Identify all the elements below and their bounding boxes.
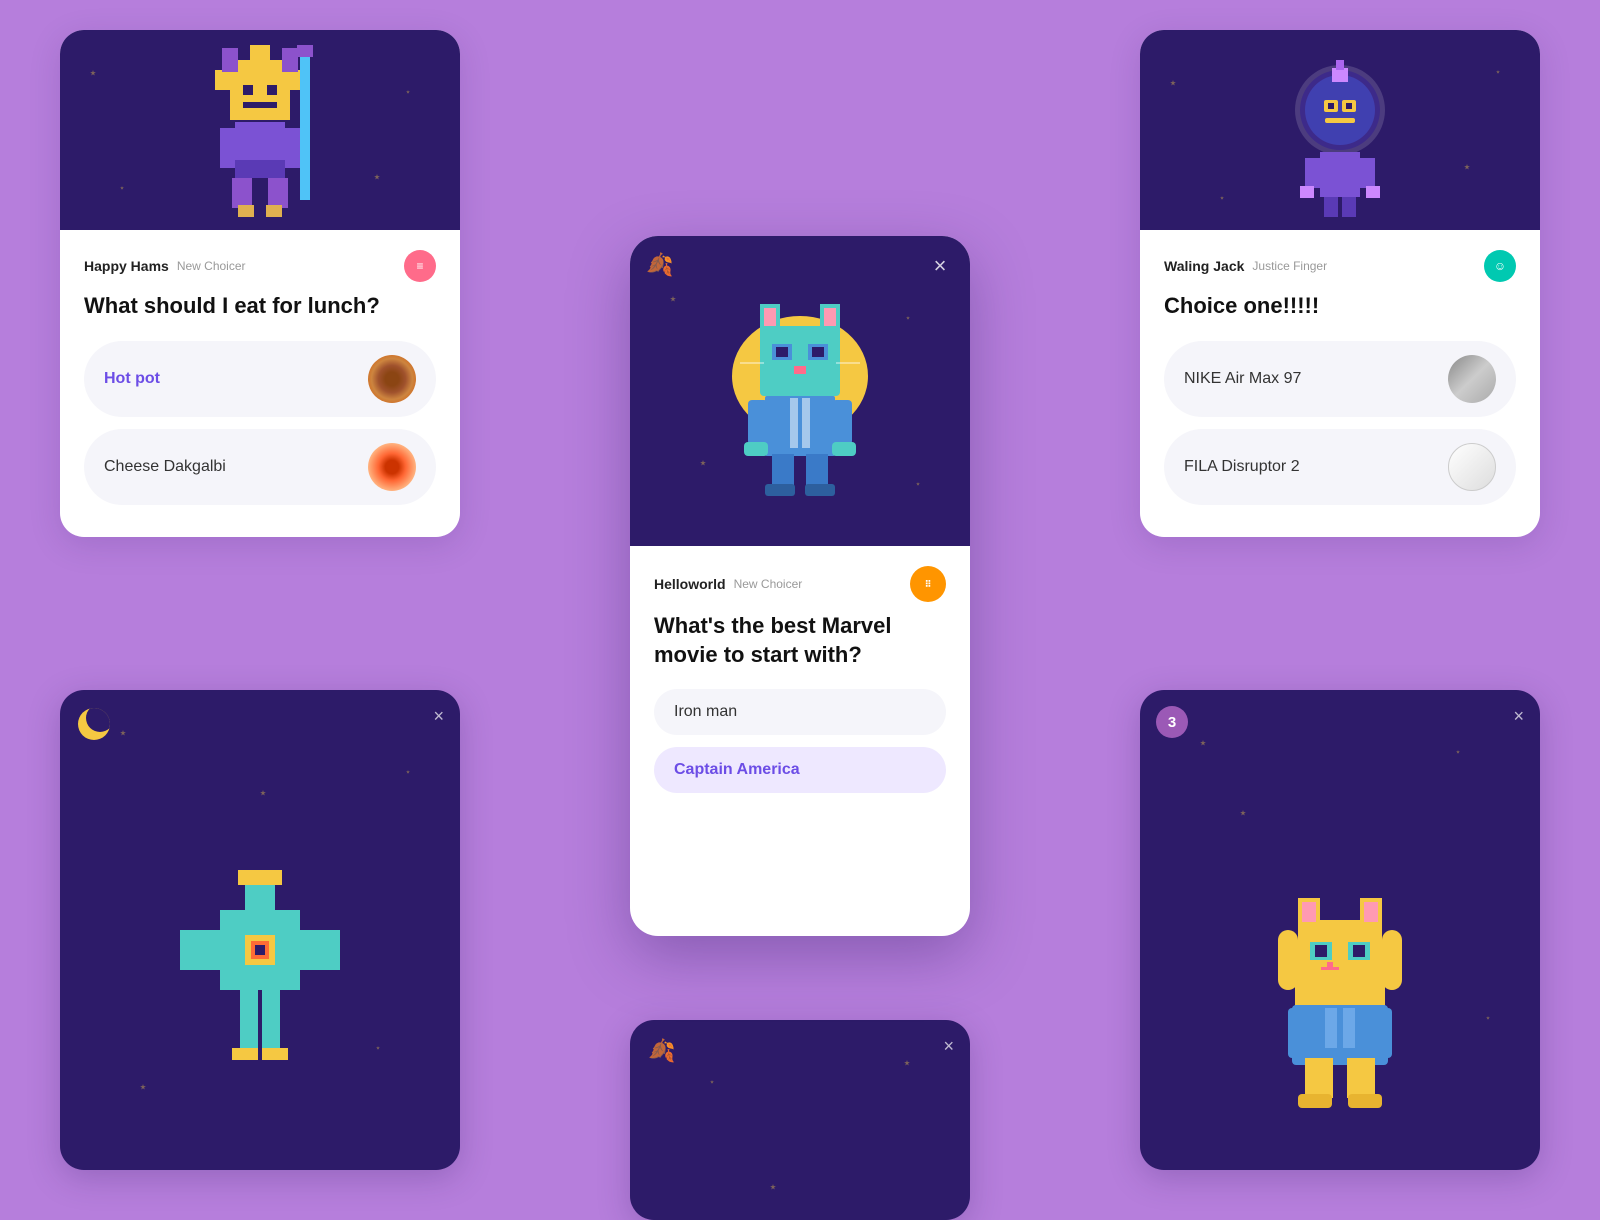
star-decoration	[90, 70, 96, 76]
star-decoration	[1240, 810, 1246, 816]
poll-question: What should I eat for lunch?	[84, 292, 436, 321]
center-choice-label-2: Captain America	[674, 761, 800, 779]
center-card-marvel-poll: 🍂 ×	[630, 236, 970, 936]
close-button-center[interactable]: ×	[926, 252, 954, 280]
pixel-character-totem	[160, 830, 360, 1150]
number-badge: 3	[1156, 706, 1188, 738]
star-decoration	[1170, 80, 1176, 86]
star-decoration	[710, 1080, 714, 1084]
star-decoration	[916, 482, 920, 486]
choice-label-nike: NIKE Air Max 97	[1184, 370, 1301, 388]
center-poll-question: What's the best Marvel movie to start wi…	[654, 612, 946, 669]
choice-item-2[interactable]: Cheese Dakgalbi	[84, 429, 436, 505]
card-username-right: Waling Jack	[1164, 258, 1244, 274]
card-content: Happy Hams New Choicer ≡ What should I e…	[60, 230, 460, 537]
close-button-bottom-center[interactable]: ×	[943, 1036, 954, 1057]
center-card-tag: New Choicer	[734, 577, 803, 591]
star-decoration	[260, 790, 266, 796]
badge-icon-right: ☺	[1494, 259, 1506, 273]
choice-image-nike	[1448, 355, 1496, 403]
leaf-icon: 🍂	[646, 252, 673, 278]
card-meta: Happy Hams New Choicer ≡	[84, 250, 436, 282]
star-decoration	[140, 1084, 146, 1090]
star-decoration	[770, 1184, 776, 1190]
center-choice-item-1[interactable]: Iron man	[654, 689, 946, 735]
center-user-badge: ⠿	[910, 566, 946, 602]
app-background: Happy Hams New Choicer ≡ What should I e…	[0, 0, 1600, 1200]
star-decoration	[904, 1060, 910, 1066]
choice-item-1[interactable]: Hot pot	[84, 341, 436, 417]
card-art-area	[60, 30, 460, 230]
user-badge: ≡	[404, 250, 436, 282]
close-button-bottom-left[interactable]: ×	[433, 706, 444, 727]
center-card-meta: Helloworld New Choicer ⠿	[654, 566, 946, 602]
pixel-character-sun	[160, 40, 360, 230]
card-bottom-left: ×	[60, 690, 460, 1170]
star-decoration	[406, 770, 410, 774]
choice-label-2: Cheese Dakgalbi	[104, 458, 226, 476]
star-decoration	[906, 316, 910, 320]
choice-image-2	[368, 443, 416, 491]
center-card-username: Helloworld	[654, 576, 726, 592]
center-card-art: 🍂 ×	[630, 236, 970, 546]
star-decoration	[120, 730, 126, 736]
badge-dots-icon: ⠿	[925, 580, 932, 589]
card-meta-right: Waling Jack Justice Finger ☺	[1164, 250, 1516, 282]
star-decoration	[1456, 750, 1460, 754]
leaf-icon-bottom: 🍂	[648, 1038, 675, 1064]
star-decoration	[1200, 740, 1206, 746]
pixel-character-cat-bottom	[1230, 860, 1450, 1160]
choice-item-fila[interactable]: FILA Disruptor 2	[1164, 429, 1516, 505]
center-choice-label-1: Iron man	[674, 703, 737, 721]
star-decoration	[120, 186, 124, 190]
star-decoration	[1486, 1016, 1490, 1020]
close-button-bottom-right[interactable]: ×	[1513, 706, 1524, 727]
pixel-character-robot	[1250, 50, 1430, 230]
card-bottom-center: 🍂 ×	[630, 1020, 970, 1220]
star-decoration	[374, 174, 380, 180]
choice-item-nike[interactable]: NIKE Air Max 97	[1164, 341, 1516, 417]
card-content-right: Waling Jack Justice Finger ☺ Choice one!…	[1140, 230, 1540, 537]
card-art-area-right	[1140, 30, 1540, 230]
star-decoration	[406, 90, 410, 94]
card-username: Happy Hams	[84, 258, 169, 274]
star-decoration	[376, 1046, 380, 1050]
card-tag-right: Justice Finger	[1252, 259, 1327, 273]
poll-question-right: Choice one!!!!!	[1164, 292, 1516, 321]
center-card-content: Helloworld New Choicer ⠿ What's the best…	[630, 546, 970, 936]
star-decoration	[670, 296, 676, 302]
moon-icon	[78, 708, 110, 740]
star-decoration	[1496, 70, 1500, 74]
card-tag: New Choicer	[177, 259, 246, 273]
card-food-poll: Happy Hams New Choicer ≡ What should I e…	[60, 30, 460, 537]
choice-image-fila	[1448, 443, 1496, 491]
badge-number: 3	[1168, 714, 1176, 731]
pixel-character-cat-center	[700, 266, 900, 546]
star-decoration	[1464, 164, 1470, 170]
center-choice-item-2[interactable]: Captain America	[654, 747, 946, 793]
choice-image-1	[368, 355, 416, 403]
star-decoration	[1220, 196, 1224, 200]
card-sneaker-poll: Waling Jack Justice Finger ☺ Choice one!…	[1140, 30, 1540, 537]
card-bottom-right: 3 ×	[1140, 690, 1540, 1170]
choice-label-1: Hot pot	[104, 370, 160, 388]
user-badge-right: ☺	[1484, 250, 1516, 282]
badge-icon: ≡	[416, 259, 423, 273]
choice-label-fila: FILA Disruptor 2	[1184, 458, 1300, 476]
